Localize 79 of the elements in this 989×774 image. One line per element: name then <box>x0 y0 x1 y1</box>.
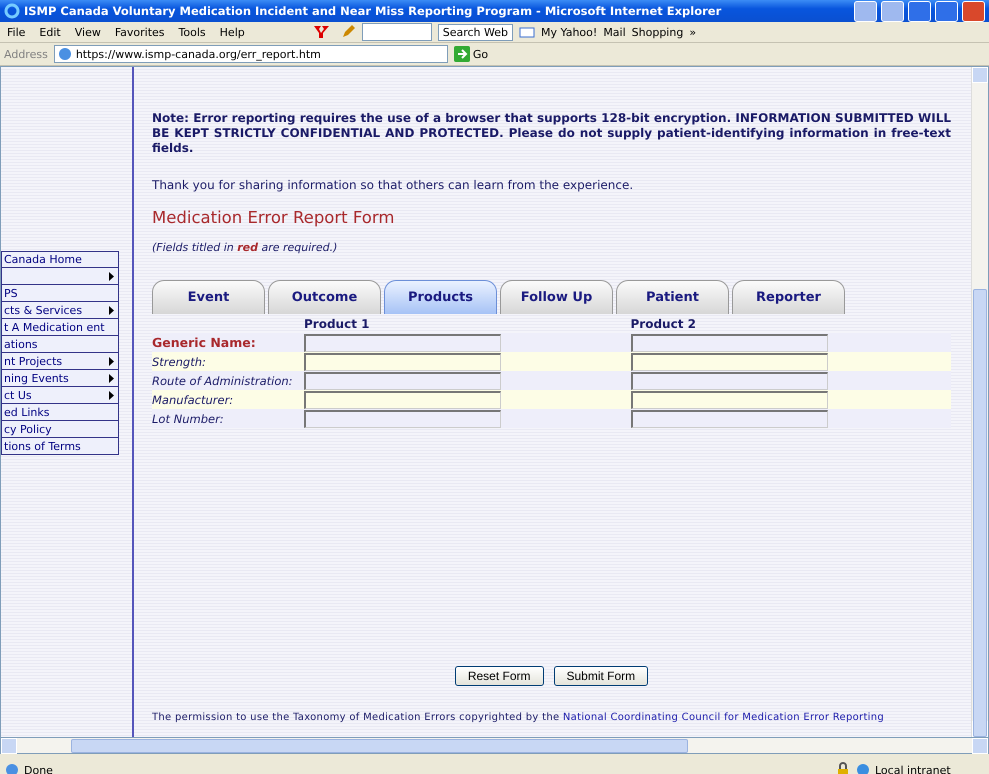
menu-item[interactable]: View <box>68 26 108 38</box>
link-item[interactable]: Mail <box>603 26 626 38</box>
tab[interactable]: Event <box>152 280 265 314</box>
menu-item[interactable]: Tools <box>172 26 213 38</box>
nav-label[interactable]: Canada Home <box>4 253 82 266</box>
menu-item[interactable]: Edit <box>32 26 68 38</box>
thanks-text: Thank you for sharing information so that others can learn from the experience. <box>152 178 634 192</box>
nav-label[interactable]: cts & Services <box>4 304 82 316</box>
nav-item[interactable]: ct Us <box>1 387 119 404</box>
nav-label[interactable]: PS <box>4 286 18 300</box>
link-item[interactable]: Shopping <box>632 26 684 38</box>
form-button[interactable]: Submit Form <box>554 666 648 686</box>
submenu-arrow-icon[interactable] <box>109 272 114 280</box>
field-label: Generic Name: <box>152 333 304 352</box>
column-header: Product 2 <box>630 314 899 333</box>
field-label: Lot Number: <box>152 409 304 428</box>
form-button[interactable]: Reset Form <box>454 666 544 686</box>
horizontal-scrollbar[interactable] <box>0 738 989 754</box>
menu-item[interactable]: File <box>0 26 32 38</box>
nav-label[interactable]: t A Medication ent <box>4 320 105 334</box>
address-field[interactable]: https://www.ismp-canada.org/err_report.htm <box>54 45 448 63</box>
nav-label[interactable]: tions of Terms <box>4 440 81 452</box>
menu-item[interactable]: Help <box>212 26 252 38</box>
more-chevron[interactable]: » <box>689 26 696 38</box>
input-field[interactable] <box>304 410 501 428</box>
nav-label[interactable]: cy Policy <box>4 422 52 436</box>
search-field[interactable] <box>362 23 432 41</box>
vertical-scrollbar[interactable] <box>971 67 988 737</box>
nav-item[interactable]: ning Events <box>1 370 119 387</box>
globe-icon <box>855 762 871 774</box>
nav-item[interactable]: ations <box>1 336 119 353</box>
tab[interactable]: Reporter <box>732 280 845 314</box>
footer-text: The permission to use the Taxonomy of Medication Errors copyrighted by the National Coordinating Council for Medication Error Reporting <box>152 712 886 723</box>
submenu-arrow-icon[interactable] <box>109 390 114 400</box>
minimize-button[interactable] <box>908 0 931 22</box>
column-header: Product 1 <box>304 314 572 333</box>
tab[interactable]: Follow Up <box>500 280 613 314</box>
padlock-icon <box>835 762 851 774</box>
tab[interactable]: Patient <box>616 280 729 314</box>
nav-item[interactable]: nt Projects <box>1 353 119 370</box>
search-web-button[interactable]: Search Web <box>438 24 514 40</box>
submenu-arrow-icon[interactable] <box>109 356 114 366</box>
nav-item[interactable] <box>1 268 119 285</box>
required-note: (Fields titled in red are required.) <box>152 241 338 254</box>
nav-item[interactable]: cts & Services <box>1 302 119 319</box>
tab[interactable]: Outcome <box>268 280 381 314</box>
field-label: Manufacturer: <box>152 390 304 409</box>
nav-label[interactable]: ations <box>4 338 38 350</box>
footer-link[interactable]: National Coordinating Council for Medication Error Reporting <box>562 712 884 723</box>
nav-label[interactable]: ed Links <box>4 406 50 418</box>
nav-label[interactable]: nt Projects <box>4 354 62 368</box>
status-text: Done <box>24 764 54 774</box>
menu-item[interactable]: Favorites <box>108 26 172 38</box>
go-button[interactable]: Go <box>454 46 488 62</box>
note-text: Note: Error reporting requires the use of a browser that supports 128-bit encryption. INFORMATION SUBMITTED WILL BE KEPT STRICTLY CONFIDENTIAL AND PROTECTED. Please do not supply patient-identifying information in free-text fields. <box>152 111 951 156</box>
form-title: Medication Error Report Form <box>152 208 396 227</box>
nav-item[interactable]: PS <box>1 285 119 302</box>
nav-item[interactable]: tions of Terms <box>1 438 119 455</box>
input-field[interactable] <box>630 410 828 428</box>
nav-label[interactable]: ning Events <box>4 372 69 384</box>
help-button[interactable] <box>854 0 877 22</box>
zone-text: Local intranet <box>875 764 951 774</box>
window-title: ISMP Canada Voluntary Medication Incident and Near Miss Reporting Program - Microsoft Internet Explorer <box>24 4 722 18</box>
url-text: https://www.ismp-canada.org/err_report.htm <box>76 48 321 60</box>
nav-item[interactable]: Canada Home <box>1 251 119 268</box>
tab[interactable]: Products <box>384 280 497 314</box>
nav-item[interactable]: cy Policy <box>1 421 119 438</box>
link-item[interactable]: My Yahoo! <box>541 26 598 38</box>
close-button[interactable] <box>962 0 985 22</box>
field-label: Route of Administration: <box>152 371 304 390</box>
nav-item[interactable]: ed Links <box>1 404 119 421</box>
address-label: Address <box>4 48 48 60</box>
nav-label[interactable]: ct Us <box>4 388 32 402</box>
nav-item[interactable]: t A Medication ent <box>1 319 119 336</box>
restore-button[interactable] <box>881 0 904 22</box>
submenu-arrow-icon[interactable] <box>109 374 114 382</box>
submenu-arrow-icon[interactable] <box>109 306 114 314</box>
field-label: Strength: <box>152 352 304 371</box>
maximize-button[interactable] <box>935 0 958 22</box>
